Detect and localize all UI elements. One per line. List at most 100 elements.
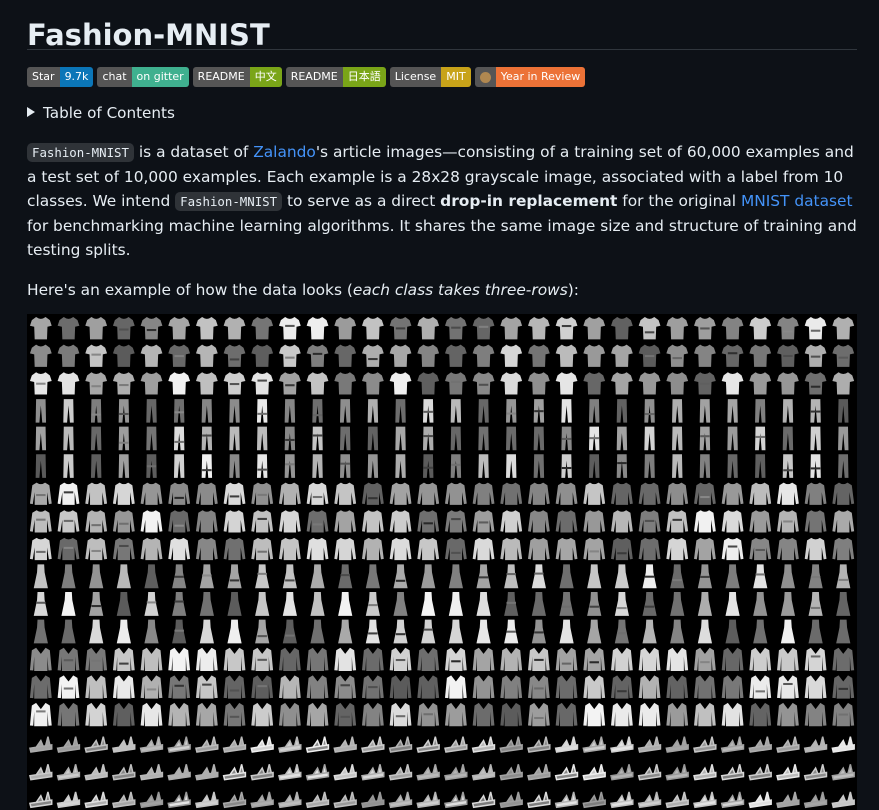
sprite-pattern [119,544,129,547]
sprite-item-pullover [112,482,135,505]
sprite-item-coat [777,702,799,727]
sprite-item-pullover [555,510,578,533]
sprite-item-sandal [803,736,828,753]
sprite-item-t-shirt [195,344,218,367]
sprite-item-coat [666,647,689,672]
sprite-item-sandal [527,791,551,809]
sprite-item-dress [310,619,325,644]
sprite-item-sandal [471,791,496,809]
sprite-item-t-shirt [29,344,52,367]
sprite-pattern [63,687,74,690]
sprite-item-trouser [63,454,74,478]
sprite-item-sandal [195,764,219,781]
sprite-item-t-shirt [555,344,578,367]
badge-9-7k[interactable]: Star 9.7k [27,67,94,87]
sprite-pattern [146,601,157,604]
sprite-item-sandal [776,736,800,753]
sprite-item-t-shirt [306,344,329,367]
sprite-item-coat [694,702,716,727]
sprite-item-dress [587,564,602,589]
sprite-pattern [423,713,433,716]
sprite-item-t-shirt [223,317,246,340]
sprite-item-trouser [644,454,655,478]
sprite-pattern [395,327,406,330]
sprite-pattern [174,440,184,443]
sprite-item-t-shirt [638,372,661,395]
sprite-item-coat [112,647,135,672]
sprite-item-coat [306,702,329,727]
sprite-item-dress [587,592,602,616]
sprite-item-trouser [173,399,185,423]
sprite-item-sandal [195,791,219,809]
sprite-item-dress [614,619,630,644]
sprite-item-coat [444,702,467,727]
sprite-item-pullover [638,482,661,505]
sprite-item-sandal [167,764,191,781]
sprite-item-dress [614,592,630,616]
sprite-item-sandal [693,791,717,809]
sprite-item-trouser [367,454,379,478]
zalando-link[interactable]: Zalando [253,143,316,161]
sprite-item-pullover [444,482,467,505]
sprite-item-coat [555,675,578,699]
sprite-item-pullover [721,482,744,505]
toc-summary[interactable]: Table of Contents [27,101,857,125]
sprite-item-dress [310,564,325,589]
badge-row: Star 9.7k chat on gitter README 中文 README 日本語 Li… [27,67,857,87]
sprite-pattern [91,549,101,553]
sprite-item-t-shirt [611,317,633,340]
sprite-item-t-shirt [85,317,108,340]
sprite-item-trouser [810,454,821,478]
sprite-item-t-shirt [777,372,799,395]
sprite-item-coat [140,675,163,699]
sprite-item-coat [528,675,550,699]
sprite-item-sandal [56,736,81,753]
sprite-item-t-shirt [140,372,163,395]
toc-details[interactable]: Table of Contents [27,101,857,125]
sprite-pattern [395,658,406,662]
sprite-pattern [36,494,46,497]
sprite-item-coat [29,702,52,727]
sprite-item-trouser [589,454,600,478]
badge-on-gitter[interactable]: chat on gitter [97,67,189,87]
sprite-pattern [561,466,572,470]
sprite-pattern [589,661,599,664]
sprite-item-coat [555,702,578,727]
sprite-item-sandal [527,736,551,753]
sprite-item-dress [338,592,353,616]
sprite-item-sandal [250,764,274,781]
sprite-item-sandal [416,736,440,753]
sprite-item-sandal [748,736,772,753]
sprite-item-pullover [444,537,467,561]
sprite-item-t-shirt [694,344,716,367]
sprite-item-trouser [616,426,628,451]
sprite-item-t-shirt [804,372,827,395]
sprite-item-t-shirt [168,372,191,395]
badge--[interactable]: README 日本語 [285,67,386,87]
sprite-item-pullover [57,482,80,505]
badge-year-in-review[interactable]: Year in Review [474,67,586,87]
sprite-pattern [174,411,184,414]
sprite-pattern [174,575,184,578]
sprite-item-pullover [417,510,440,533]
sprite-item-t-shirt [721,344,744,367]
sprite-item-coat [638,647,661,672]
badge-value: 日本語 [342,67,386,87]
sprite-item-t-shirt [777,317,799,340]
badge--[interactable]: README 中文 [192,67,282,87]
sprite-pattern [423,522,433,525]
sprite-item-sandal [665,764,689,781]
sprite-item-pullover [611,537,633,561]
sprite-item-dress [642,619,657,644]
sprite-pattern [755,573,765,576]
sprite-pattern [340,574,350,577]
sprite-pattern [202,683,212,686]
sprite-item-pullover [85,482,108,505]
sprite-item-sandal [84,736,108,753]
sprite-pattern [36,382,46,385]
badge-mit[interactable]: License MIT [389,67,471,87]
sprite-item-trouser [699,454,711,478]
sprite-item-sandal [637,764,662,781]
mnist-link[interactable]: MNIST dataset [741,192,853,210]
sprite-item-trouser [256,399,268,423]
